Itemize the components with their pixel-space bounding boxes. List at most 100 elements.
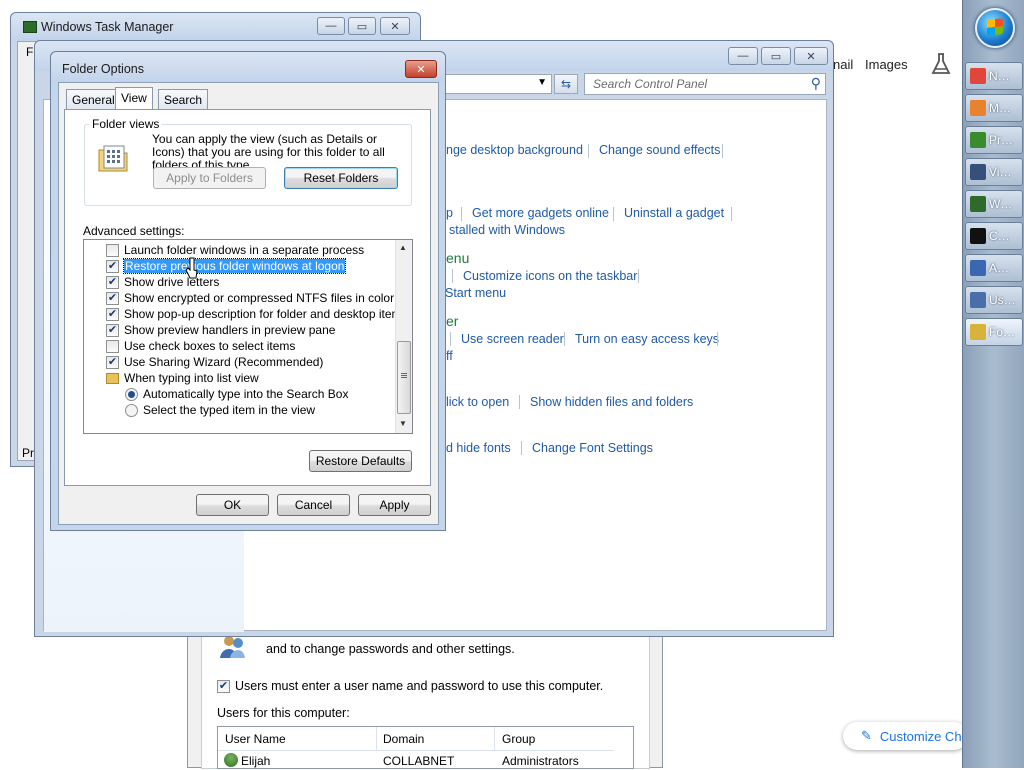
radio-icon[interactable]: [125, 387, 138, 401]
group-cell: Administrators: [502, 754, 579, 768]
setting-label: Show encrypted or compressed NTFS files …: [124, 291, 395, 305]
checkbox-icon[interactable]: ✔: [106, 275, 119, 289]
checkbox-icon[interactable]: ✔: [106, 259, 119, 273]
taskbar-button-label: A…: [989, 261, 1010, 275]
scroll-down-button[interactable]: ▼: [399, 419, 407, 428]
off-partial-link[interactable]: ff: [446, 349, 453, 363]
column-header[interactable]: User Name: [225, 732, 286, 746]
tree-scrollbar[interactable]: ▲ ▼: [395, 240, 412, 433]
apply-to-folders-button[interactable]: Apply to Folders: [153, 167, 266, 189]
installed-windows-link[interactable]: stalled with Windows: [449, 223, 565, 237]
taskbar-button-label: Fo…: [989, 325, 1016, 339]
setting-item[interactable]: ✔ Show drive letters: [106, 274, 219, 290]
taskbar-button[interactable]: Vi…: [965, 158, 1023, 186]
taskbar-button[interactable]: Us…: [965, 286, 1023, 314]
taskbar-button[interactable]: Pr…: [965, 126, 1023, 154]
font-settings-link[interactable]: Change Font Settings: [532, 441, 653, 455]
click-to-open-link[interactable]: lick to open: [446, 395, 509, 409]
search-input[interactable]: Search Control Panel: [593, 77, 707, 91]
checkbox-icon: ✔: [217, 679, 230, 693]
setting-label: Use check boxes to select items: [124, 339, 296, 353]
taskbar: N… M… Pr… Vi… W… C… A… Us… Fo…: [962, 0, 1024, 768]
taskbar-button-label: Us…: [989, 293, 1016, 307]
minimize-button[interactable]: —: [728, 47, 758, 65]
hide-fonts-link[interactable]: d hide fonts: [446, 441, 511, 455]
refresh-button[interactable]: ⇆: [554, 74, 578, 94]
column-header[interactable]: Group: [502, 732, 535, 746]
taskbar-button-label: W…: [989, 197, 1013, 211]
maximize-button[interactable]: ▭: [761, 47, 791, 65]
taskbar-start-menu-heading[interactable]: enu: [446, 250, 469, 266]
address-bar-dropdown[interactable]: ▼: [446, 74, 552, 94]
setting-item[interactable]: ✔ Show preview handlers in preview pane: [106, 322, 335, 338]
taskbar-button[interactable]: A…: [965, 254, 1023, 282]
desktop-background-link[interactable]: nge desktop background: [446, 143, 583, 157]
setting-item[interactable]: Launch folder windows in a separate proc…: [106, 242, 364, 258]
tab-search[interactable]: Search: [158, 89, 209, 109]
easy-access-keys-link[interactable]: Turn on easy access keys: [575, 332, 719, 346]
reset-folders-button[interactable]: Reset Folders: [284, 167, 398, 189]
setting-item[interactable]: When typing into list view: [106, 370, 259, 386]
setting-item[interactable]: ✔ Show encrypted or compressed NTFS files…: [106, 290, 394, 306]
customize-icons-link[interactable]: Customize icons on the taskbar: [463, 269, 637, 283]
taskbar-button[interactable]: C…: [965, 222, 1023, 250]
search-control-panel[interactable]: Search Control Panel ⚲: [584, 73, 826, 95]
cancel-button[interactable]: Cancel: [277, 494, 350, 516]
table-row[interactable]: Elijah COLLABNET Administrators: [218, 752, 614, 770]
maximize-button[interactable]: ▭: [348, 17, 376, 35]
ease-of-access-heading[interactable]: er: [446, 313, 458, 329]
setting-label: When typing into list view: [124, 371, 259, 385]
customize-chip[interactable]: ✎ Customize Ch: [843, 722, 968, 750]
radio-icon[interactable]: [125, 403, 138, 417]
taskbar-button[interactable]: W…: [965, 190, 1023, 218]
checkbox-icon[interactable]: ✔: [106, 355, 119, 369]
gadgets-partial-link[interactable]: p: [446, 206, 453, 220]
close-button[interactable]: ✕: [794, 47, 828, 65]
taskbar-button[interactable]: M…: [965, 94, 1023, 122]
must-enter-checkbox[interactable]: ✔ Users must enter a user name and passw…: [217, 679, 603, 693]
screen-reader-link[interactable]: Use screen reader: [461, 332, 564, 346]
taskbar-button[interactable]: Fo…: [965, 318, 1023, 346]
restore-defaults-button[interactable]: Restore Defaults: [309, 450, 412, 472]
images-link[interactable]: Images: [865, 57, 908, 72]
setting-label: Show preview handlers in preview pane: [124, 323, 336, 337]
setting-item[interactable]: ✔ Show pop-up description for folder and …: [106, 306, 408, 322]
folder-options-titlebar[interactable]: Folder Options ✕: [51, 52, 445, 82]
tab-view[interactable]: View: [115, 87, 153, 110]
task-manager-titlebar[interactable]: Windows Task Manager — ▭ ✕: [11, 13, 420, 41]
checkbox-icon[interactable]: [106, 243, 119, 257]
scroll-up-button[interactable]: ▲: [399, 243, 407, 252]
more-gadgets-link[interactable]: Get more gadgets online: [472, 206, 609, 220]
user-avatar-icon: [224, 753, 238, 767]
checkbox-icon[interactable]: ✔: [106, 291, 119, 305]
minimize-button[interactable]: —: [317, 17, 345, 35]
scroll-thumb[interactable]: [397, 341, 411, 414]
setting-item[interactable]: ✔ Restore previous folder windows at logo…: [106, 258, 347, 274]
uninstall-gadget-link[interactable]: Uninstall a gadget: [624, 206, 724, 220]
setting-item[interactable]: ✔ Use Sharing Wizard (Recommended): [106, 354, 323, 370]
search-icon[interactable]: ⚲: [811, 75, 821, 92]
checkbox-icon[interactable]: [106, 339, 119, 353]
close-button[interactable]: ✕: [405, 60, 437, 78]
admin-icon: [970, 260, 986, 276]
tab-general[interactable]: General: [66, 89, 121, 109]
checkbox-icon[interactable]: ✔: [106, 307, 119, 321]
labs-flask-icon[interactable]: [930, 52, 952, 76]
start-menu-link[interactable]: Start menu: [445, 286, 506, 300]
taskbar-button[interactable]: N…: [965, 62, 1023, 90]
show-hidden-files-link[interactable]: Show hidden files and folders: [530, 395, 693, 409]
advanced-settings-label: Advanced settings:: [83, 224, 185, 238]
setting-item[interactable]: Automatically type into the Search Box: [125, 386, 348, 402]
mouse-cursor-icon: [185, 257, 199, 279]
setting-item[interactable]: Select the typed item in the view: [125, 402, 315, 418]
column-header[interactable]: Domain: [383, 732, 424, 746]
start-button[interactable]: [975, 8, 1015, 48]
browser-nav-partial[interactable]: nail: [833, 57, 853, 72]
ok-button[interactable]: OK: [196, 494, 269, 516]
sound-effects-link[interactable]: Change sound effects: [599, 143, 720, 157]
checkbox-icon[interactable]: ✔: [106, 323, 119, 337]
advanced-settings-tree[interactable]: Launch folder windows in a separate proc…: [83, 239, 413, 434]
setting-item[interactable]: Use check boxes to select items: [106, 338, 295, 354]
close-button[interactable]: ✕: [380, 17, 410, 35]
apply-button[interactable]: Apply: [358, 494, 431, 516]
